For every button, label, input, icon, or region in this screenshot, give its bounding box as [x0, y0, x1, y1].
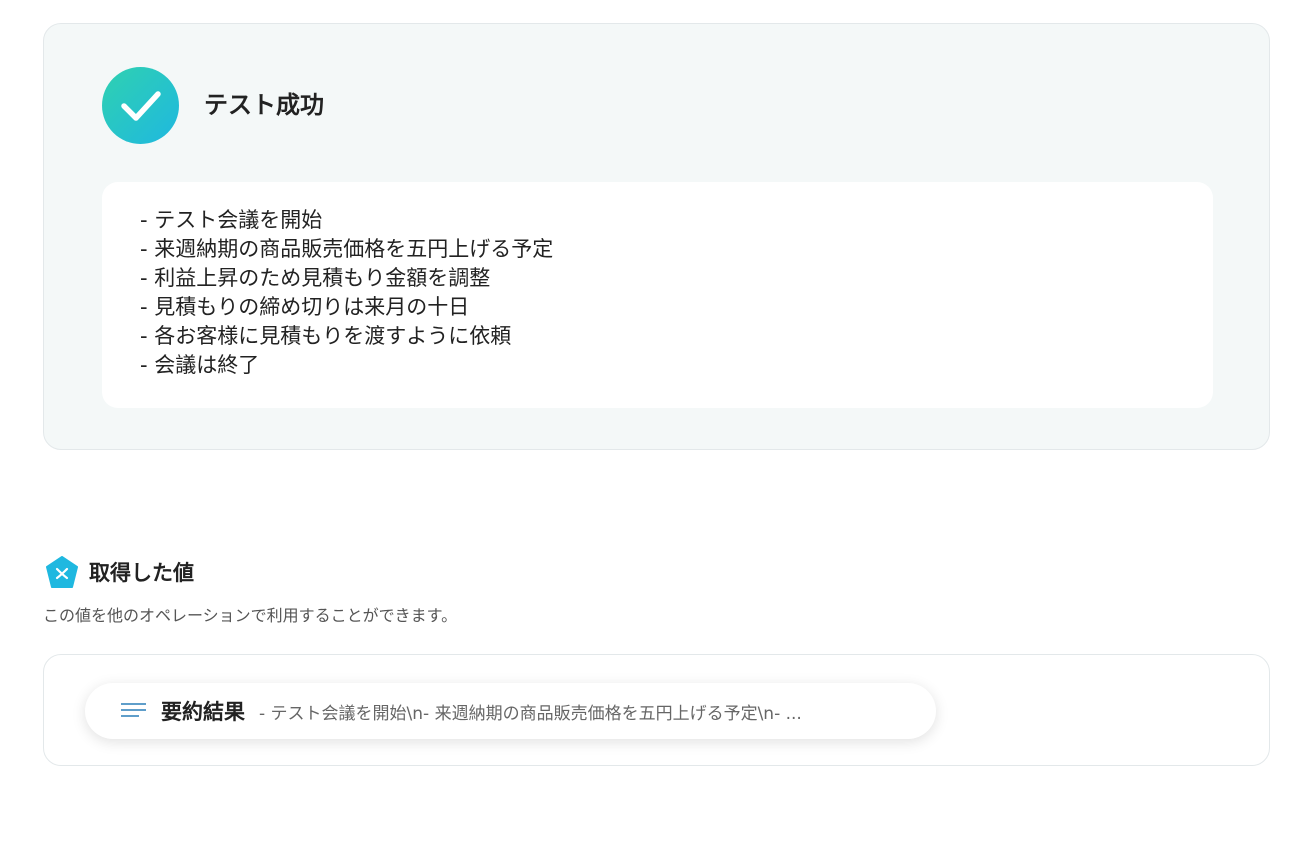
result-line: - 見積もりの締め切りは来月の十日 — [140, 295, 470, 319]
page: テスト成功 - テスト会議を開始 - 来週納期の商品販売価格を五円上げる予定 -… — [0, 0, 1308, 844]
acquired-values-title: 取得した値 — [89, 560, 194, 585]
yoom-pentagon-icon — [46, 556, 78, 588]
test-success-card: テスト成功 - テスト会議を開始 - 来週納期の商品販売価格を五円上げる予定 -… — [43, 23, 1270, 450]
result-line: - 利益上昇のため見積もり金額を調整 — [140, 266, 491, 290]
value-item-key: 要約結果 — [161, 700, 245, 724]
acquired-values-header: 取得した値 — [46, 556, 194, 589]
acquired-values-description: この値を他のオペレーションで利用することができます。 — [43, 606, 458, 625]
value-item-summary[interactable]: 要約結果 - テスト会議を開始\n- 来週納期の商品販売価格を五円上げる予定\n… — [85, 683, 936, 739]
result-output-box: - テスト会議を開始 - 来週納期の商品販売価格を五円上げる予定 - 利益上昇の… — [102, 182, 1213, 408]
success-title: テスト成功 — [204, 91, 324, 119]
acquired-values-card: 要約結果 - テスト会議を開始\n- 来週納期の商品販売価格を五円上げる予定\n… — [43, 654, 1270, 766]
result-line: - 来週納期の商品販売価格を五円上げる予定 — [140, 237, 554, 261]
value-item-preview: - テスト会議を開始\n- 来週納期の商品販売価格を五円上げる予定\n- ... — [259, 703, 802, 724]
check-icon — [102, 67, 179, 144]
text-lines-icon — [121, 703, 146, 717]
result-line: - 会議は終了 — [140, 353, 260, 377]
result-line: - 各お客様に見積もりを渡すように依頼 — [140, 324, 512, 348]
result-line: - テスト会議を開始 — [140, 208, 323, 232]
